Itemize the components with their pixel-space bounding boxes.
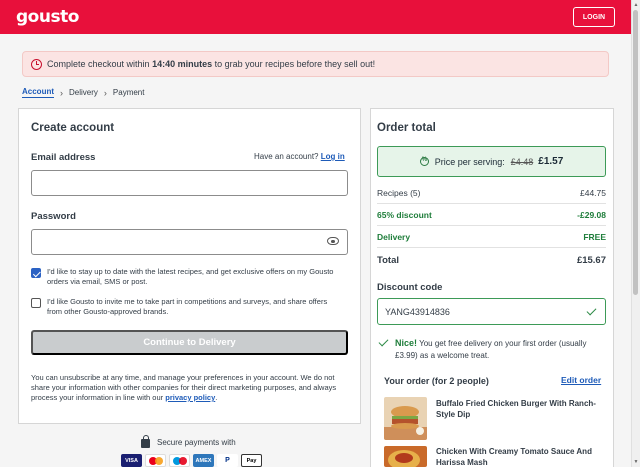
recipe-title: Chicken With Creamy Tomato Sauce And Har… xyxy=(436,447,592,467)
login-link[interactable]: Log in xyxy=(321,152,345,161)
maestro-icon xyxy=(169,454,190,467)
edit-order-link[interactable]: Edit order xyxy=(561,375,601,385)
discount-row: 65% discount -£29.08 xyxy=(377,210,606,226)
top-bar: gousto LOGIN xyxy=(0,0,631,34)
chevron-right-icon: › xyxy=(103,87,107,98)
scroll-down-arrow-icon[interactable]: ▼ xyxy=(632,458,640,466)
privacy-disclaimer: You can unsubscribe at any time, and man… xyxy=(31,373,349,403)
discount-code-label: Discount code xyxy=(377,282,443,293)
email-input[interactable] xyxy=(31,170,348,196)
order-total-title: Order total xyxy=(377,122,436,134)
password-label: Password xyxy=(31,211,76,222)
checkout-timer-banner: Complete checkout within 14:40 minutes t… xyxy=(22,51,609,77)
new-price: £1.57 xyxy=(538,156,564,167)
apple-pay-icon: Pay xyxy=(241,454,262,467)
have-account-label: Have an account? xyxy=(254,152,319,161)
old-price: £4.48 xyxy=(510,156,534,167)
your-order-label: Your order (for 2 people) xyxy=(384,376,489,386)
secure-payments-label: Secure payments with xyxy=(157,438,236,447)
marketing-opt-in-label: I'd like to stay up to date with the lat… xyxy=(47,267,334,286)
email-label: Email address xyxy=(31,152,96,163)
breadcrumb-account[interactable]: Account xyxy=(22,87,54,98)
have-account-text: Have an account? Log in xyxy=(254,152,345,162)
discount-code-value: YANG43914836 xyxy=(385,306,450,317)
breadcrumb-delivery: Delivery xyxy=(69,88,98,97)
total-label: Total xyxy=(377,255,399,266)
recipes-value: £44.75 xyxy=(580,188,606,198)
nice-text: You get free delivery on your first orde… xyxy=(395,339,587,360)
delivery-label: Delivery xyxy=(377,232,411,242)
recipes-row: Recipes (5) £44.75 xyxy=(377,188,606,204)
price-per-serving-label: Price per serving: xyxy=(434,156,505,167)
total-row: Total £15.67 xyxy=(377,255,606,271)
discount-value: -£29.08 xyxy=(577,210,606,220)
total-value: £15.67 xyxy=(576,255,606,266)
paypal-icon: P xyxy=(217,454,238,467)
discount-code-input[interactable]: YANG43914836 xyxy=(377,298,606,325)
discount-label: 65% discount xyxy=(377,210,432,220)
partner-opt-in-label: I'd like Gousto to invite me to take par… xyxy=(47,297,328,316)
nice-label: Nice! xyxy=(395,338,418,348)
marketing-opt-in-checkbox[interactable] xyxy=(31,268,41,278)
visa-icon: VISA xyxy=(121,454,142,467)
banner-suffix: to grab your recipes before they sell ou… xyxy=(212,59,376,69)
clock-icon xyxy=(31,58,42,70)
chevron-right-icon: › xyxy=(60,87,63,98)
amex-icon: AMEX xyxy=(193,454,214,467)
gousto-logo[interactable]: gousto xyxy=(16,7,79,27)
free-delivery-message: Nice! You get free delivery on your firs… xyxy=(395,337,600,362)
recipes-label: Recipes (5) xyxy=(377,188,421,198)
secure-payments: Secure payments with xyxy=(141,435,236,448)
recipe-image-burger xyxy=(384,397,427,440)
price-per-serving-box: Price per serving: £4.48 £1.57 xyxy=(377,146,606,177)
banner-text: Complete checkout within 14:40 minutes t… xyxy=(47,59,375,69)
banner-time: 14:40 minutes xyxy=(152,59,213,69)
breadcrumb-payment: Payment xyxy=(112,88,145,97)
recipe-image-chicken xyxy=(384,446,427,467)
banner-prefix: Complete checkout within xyxy=(47,59,153,69)
lock-icon xyxy=(141,435,150,448)
breadcrumb: Account › Delivery › Payment xyxy=(22,87,144,98)
create-account-title: Create account xyxy=(31,122,115,134)
login-button[interactable]: LOGIN xyxy=(573,7,615,27)
scroll-up-arrow-icon[interactable]: ▲ xyxy=(632,1,640,9)
recipe-title: Buffalo Fried Chicken Burger With Ranch-… xyxy=(436,399,596,419)
disclaimer-end: . xyxy=(215,393,218,402)
continue-to-delivery-button[interactable]: Continue to Delivery xyxy=(31,330,348,355)
payment-methods: VISA AMEX P Pay xyxy=(121,454,262,467)
discount-tag-icon xyxy=(419,157,429,166)
mastercard-icon xyxy=(145,454,166,467)
scrollbar-thumb[interactable] xyxy=(633,10,638,295)
eye-icon[interactable] xyxy=(327,237,339,245)
delivery-row: Delivery FREE xyxy=(377,232,606,248)
password-input[interactable] xyxy=(31,229,348,255)
privacy-policy-link[interactable]: privacy policy xyxy=(165,393,215,402)
partner-opt-in-checkbox[interactable] xyxy=(31,298,41,308)
delivery-value: FREE xyxy=(583,232,606,242)
